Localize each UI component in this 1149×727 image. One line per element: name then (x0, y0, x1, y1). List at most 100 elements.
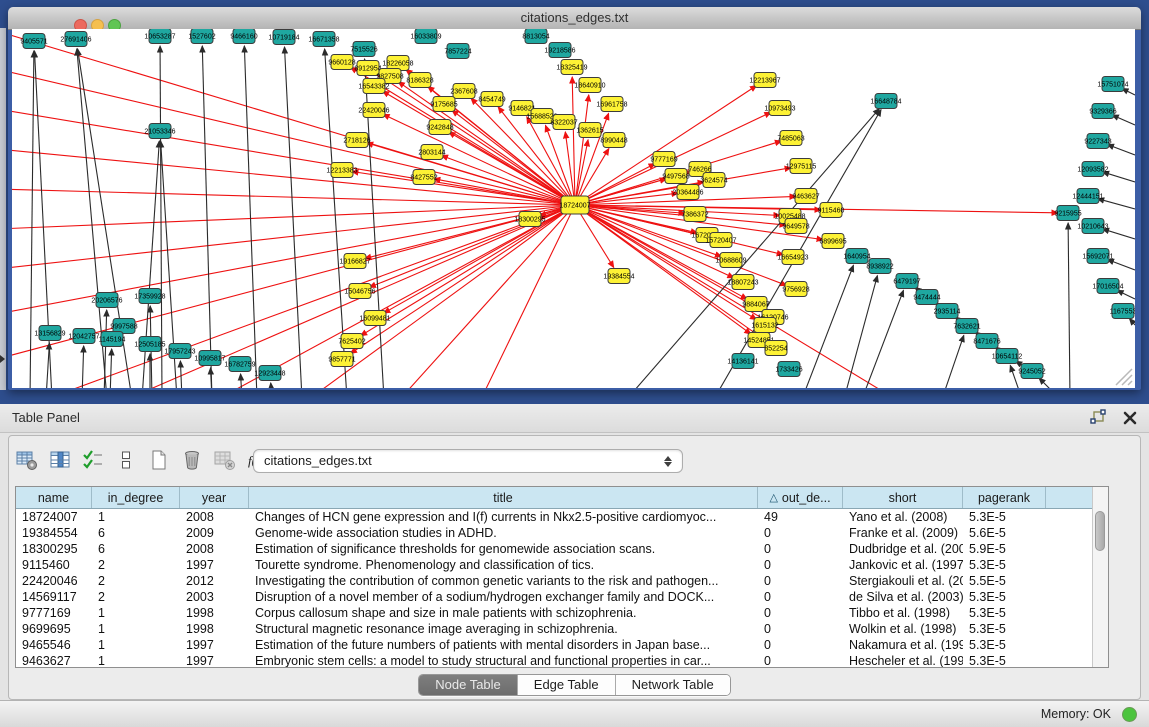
graph-node[interactable]: 7386372 (681, 207, 708, 222)
graph-node[interactable]: 7485063 (777, 131, 804, 146)
graph-node[interactable]: 15046756 (344, 284, 375, 299)
graph-node[interactable]: 17359928 (134, 289, 165, 304)
graph-node[interactable]: 1167553 (1110, 304, 1135, 319)
new-column-icon[interactable] (147, 448, 171, 472)
graph-node[interactable]: 1362615 (576, 123, 603, 138)
graph-node[interactable]: 9245052 (1018, 364, 1045, 379)
graph-node[interactable]: 2803144 (418, 145, 445, 160)
graph-node[interactable]: 16648784 (870, 94, 901, 109)
column-header-in_degree[interactable]: in_degree (92, 487, 180, 508)
graph-node[interactable]: 21053346 (144, 124, 175, 139)
network-view-window[interactable]: citations_edges.txt 94055712769140610653… (8, 7, 1141, 390)
graph-node[interactable]: 10688609 (715, 253, 746, 268)
graph-node[interactable]: 9857771 (328, 352, 355, 367)
graph-hub-node[interactable]: 18724007 (559, 196, 590, 214)
table-row[interactable]: 946362711997Embryonic stem cells: a mode… (16, 653, 1092, 667)
graph-node[interactable]: 7625402 (338, 334, 365, 349)
graph-node[interactable]: 9474444 (913, 290, 940, 305)
graph-node[interactable]: 10973493 (764, 101, 795, 116)
network-window-titlebar[interactable]: citations_edges.txt (8, 7, 1141, 30)
network-canvas[interactable]: 9405571276914061065328715276029466160107… (12, 29, 1135, 388)
graph-node[interactable]: 9466160 (230, 29, 257, 44)
graph-node[interactable]: 1145194 (99, 332, 126, 347)
graph-node[interactable]: 19166827 (339, 254, 370, 269)
graph-node[interactable]: 6899695 (819, 234, 846, 249)
panel-collapse-arrow-icon[interactable] (0, 355, 5, 363)
graph-node[interactable]: 10995817 (194, 351, 225, 366)
graph-node[interactable]: 8322037 (550, 115, 577, 130)
graph-node[interactable]: 16654923 (777, 250, 808, 265)
graph-node[interactable]: 8427552 (410, 170, 437, 185)
graph-node[interactable]: 22420046 (358, 103, 389, 118)
table-row[interactable]: 911546021997Tourette syndrome. Phenomeno… (16, 557, 1092, 573)
graph-node[interactable]: 15720407 (705, 233, 736, 248)
table-row[interactable]: 969969511998Structural magnetic resonanc… (16, 621, 1092, 637)
graph-node[interactable]: 18807243 (727, 275, 758, 290)
graph-node[interactable]: 8454749 (478, 92, 505, 107)
graph-node[interactable]: 10719184 (268, 30, 299, 45)
detach-panel-icon[interactable] (1089, 409, 1107, 427)
graph-node[interactable]: 10654112 (992, 349, 1023, 364)
graph-node[interactable]: 18640910 (574, 78, 605, 93)
graph-node[interactable]: 15751074 (1097, 77, 1128, 92)
table-vertical-scrollbar[interactable] (1092, 487, 1108, 667)
graph-node[interactable]: 8813054 (522, 29, 549, 44)
graph-node[interactable]: 8471676 (973, 334, 1000, 349)
graph-node[interactable]: 1615132 (751, 318, 778, 333)
column-header-pagerank[interactable]: pagerank (963, 487, 1046, 508)
graph-node[interactable]: 7632621 (953, 319, 980, 334)
graph-node[interactable]: 16543382 (358, 79, 389, 94)
graph-node[interactable]: 10210643 (1077, 219, 1108, 234)
graph-node[interactable]: 16961758 (596, 97, 627, 112)
graph-node[interactable]: 18325419 (556, 60, 587, 75)
graph-node[interactable]: 12042757 (68, 329, 99, 344)
graph-node[interactable]: 16099481 (359, 311, 390, 326)
graph-node[interactable]: 9242848 (426, 120, 453, 135)
table-row[interactable]: 946554611997Estimation of the future num… (16, 637, 1092, 653)
graph-node[interactable]: 12505185 (134, 337, 165, 352)
graph-node[interactable]: 2718126 (343, 133, 370, 148)
graph-node[interactable]: 7515526 (350, 42, 377, 57)
column-header-short[interactable]: short (843, 487, 963, 508)
graph-node[interactable]: 12975115 (786, 159, 817, 174)
scrollbar-thumb[interactable] (1095, 511, 1105, 551)
graph-node[interactable]: 2367608 (450, 84, 477, 99)
graph-node[interactable]: 12213967 (749, 73, 780, 88)
graph-node[interactable]: 16671358 (308, 32, 339, 47)
graph-node[interactable]: 16033809 (410, 29, 441, 44)
table-row[interactable]: 1938455462009Genome-wide association stu… (16, 525, 1092, 541)
graph-node[interactable]: 20364486 (672, 185, 703, 200)
graph-node[interactable]: 852254 (764, 341, 787, 356)
graph-node[interactable]: 9227343 (1084, 134, 1111, 149)
graph-node[interactable]: 6479197 (893, 274, 920, 289)
graph-node[interactable]: 19384554 (603, 269, 634, 284)
graph-node[interactable]: 9777169 (650, 152, 677, 167)
delete-column-icon[interactable] (180, 448, 204, 472)
tab-network-table[interactable]: Network Table (616, 675, 730, 695)
delete-table-icon[interactable] (213, 448, 237, 472)
column-header-name[interactable]: name (16, 487, 92, 508)
graph-node[interactable]: 1640954 (843, 249, 870, 264)
graph-node[interactable]: 9115460 (818, 203, 845, 218)
graph-node[interactable]: 9649578 (782, 219, 809, 234)
row-checks-icon[interactable] (81, 448, 105, 472)
graph-node[interactable]: 17016504 (1092, 279, 1123, 294)
graph-node[interactable]: 9660128 (328, 55, 355, 70)
graph-node[interactable]: 1733426 (775, 362, 802, 377)
table-settings-icon[interactable] (15, 448, 39, 472)
graph-node[interactable]: 12923448 (254, 366, 285, 381)
column-chooser-icon[interactable] (48, 448, 72, 472)
graph-node[interactable]: 7857224 (444, 44, 471, 59)
graph-node[interactable]: 9463627 (792, 189, 819, 204)
graph-node[interactable]: 8938922 (866, 259, 893, 274)
graph-node[interactable]: 10653287 (144, 29, 175, 44)
graph-node[interactable]: 1527602 (188, 29, 215, 44)
graph-node[interactable]: 12444151 (1072, 189, 1103, 204)
table-row[interactable]: 2242004622012Investigating the contribut… (16, 573, 1092, 589)
graph-node[interactable]: 3624574 (700, 173, 727, 188)
graph-node[interactable]: 9497568 (662, 169, 689, 184)
graph-node[interactable]: 8990448 (600, 133, 627, 148)
graph-node[interactable]: 12093582 (1077, 162, 1108, 177)
graph-node[interactable]: 13156829 (34, 326, 65, 341)
graph-node[interactable]: 9215955 (1054, 206, 1081, 221)
